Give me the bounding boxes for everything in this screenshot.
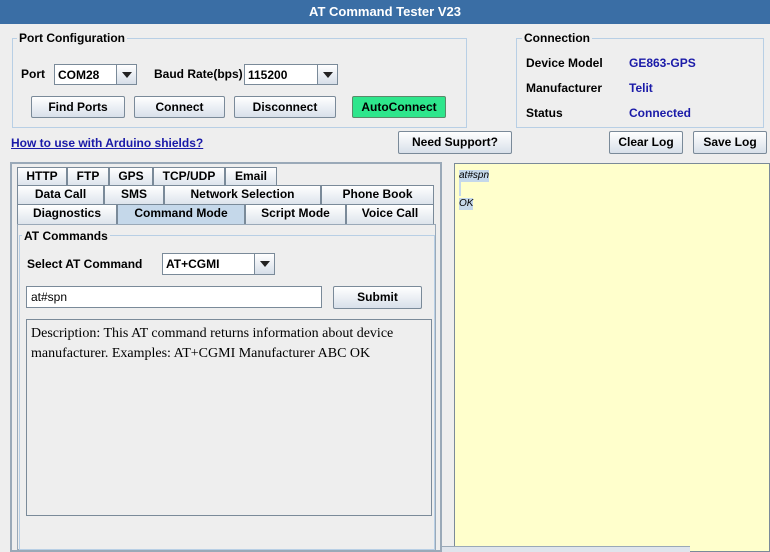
tab-phone-book[interactable]: Phone Book	[321, 185, 434, 204]
tab-gps[interactable]: GPS	[109, 167, 153, 185]
tab-network-selection[interactable]: Network Selection	[164, 185, 321, 204]
at-command-input[interactable]: at#spn	[26, 286, 322, 308]
manufacturer-label: Manufacturer	[526, 81, 603, 95]
log-line: OK	[459, 198, 474, 210]
horizontal-scrollbar[interactable]	[442, 546, 690, 552]
chevron-down-icon[interactable]	[254, 254, 274, 274]
manufacturer-value: Telit	[629, 81, 653, 95]
autoconnect-button[interactable]: AutoConnect	[352, 96, 446, 118]
tab-diagnostics[interactable]: Diagnostics	[17, 204, 117, 224]
at-command-select-value: AT+CGMI	[166, 257, 220, 271]
baud-select-value: 115200	[248, 68, 288, 82]
log-panel[interactable]: at#spn OK	[454, 163, 770, 552]
arduino-help-link[interactable]: How to use with Arduino shields?	[11, 136, 203, 150]
connect-button[interactable]: Connect	[134, 96, 225, 118]
find-ports-button[interactable]: Find Ports	[31, 96, 125, 118]
tab-script-mode[interactable]: Script Mode	[245, 204, 346, 224]
status-value: Connected	[629, 106, 692, 120]
baud-label: Baud Rate(bps)	[154, 67, 243, 81]
port-config-legend: Port Configuration	[17, 31, 127, 45]
baud-select[interactable]: 115200	[244, 64, 338, 85]
command-description: Description: This AT command returns inf…	[26, 319, 432, 516]
tab-email[interactable]: Email	[225, 167, 277, 185]
status-label: Status	[526, 106, 563, 120]
log-divider	[459, 182, 461, 196]
port-select-value: COM28	[58, 68, 100, 82]
at-command-select[interactable]: AT+CGMI	[162, 253, 275, 275]
disconnect-button[interactable]: Disconnect	[234, 96, 336, 118]
tab-tcp-udp[interactable]: TCP/UDP	[153, 167, 225, 185]
tab-sms[interactable]: SMS	[104, 185, 164, 204]
tab-voice-call[interactable]: Voice Call	[346, 204, 434, 224]
submit-button[interactable]: Submit	[333, 286, 422, 309]
tab-ftp[interactable]: FTP	[67, 167, 109, 185]
log-line: at#spn	[459, 170, 490, 182]
select-at-command-label: Select AT Command	[27, 257, 143, 271]
port-label: Port	[21, 67, 45, 81]
connection-legend: Connection	[522, 31, 592, 45]
tab-command-mode[interactable]: Command Mode	[117, 204, 245, 226]
chevron-down-icon[interactable]	[317, 65, 337, 84]
need-support-button[interactable]: Need Support?	[398, 131, 512, 154]
chevron-down-icon[interactable]	[116, 65, 136, 84]
at-commands-legend: AT Commands	[22, 229, 110, 243]
device-model-value: GE863-GPS	[629, 56, 696, 70]
at-command-input-text: at#spn	[31, 290, 68, 304]
window-title: AT Command Tester V23	[0, 0, 770, 24]
clear-log-button[interactable]: Clear Log	[609, 131, 683, 154]
device-model-label: Device Model	[526, 56, 603, 70]
port-select[interactable]: COM28	[54, 64, 137, 85]
save-log-button[interactable]: Save Log	[693, 131, 767, 154]
tab-http[interactable]: HTTP	[17, 167, 67, 185]
tab-data-call[interactable]: Data Call	[17, 185, 104, 204]
